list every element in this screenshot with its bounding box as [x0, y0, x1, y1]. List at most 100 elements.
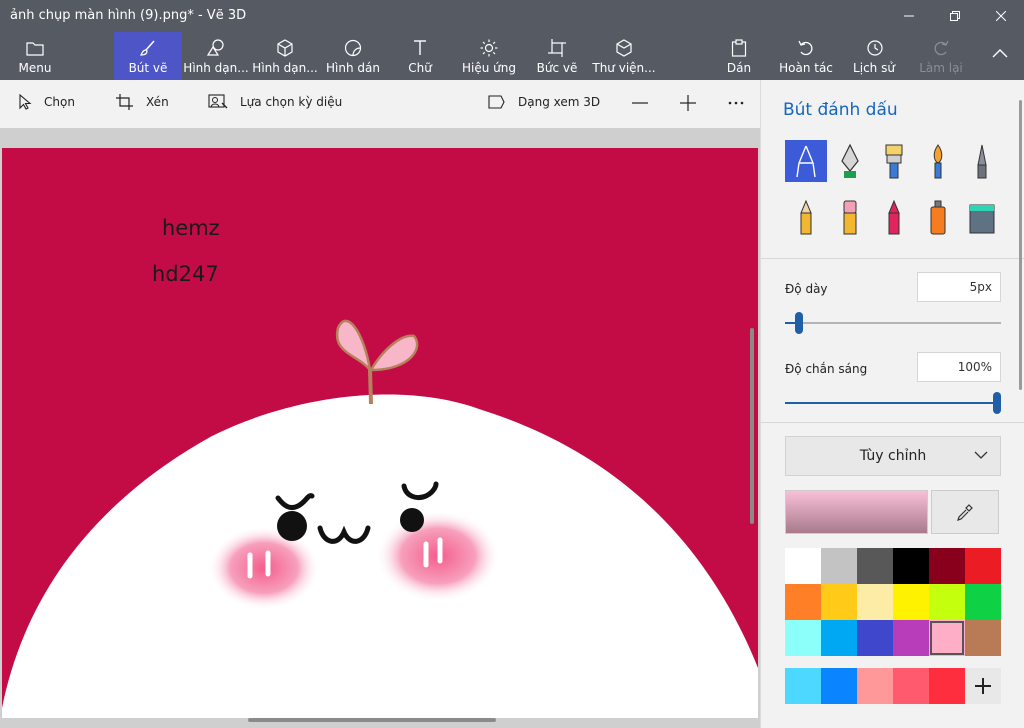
crop-icon — [116, 94, 133, 110]
history-button[interactable]: Lịch sử — [850, 32, 898, 80]
fill-brush[interactable] — [961, 196, 1003, 238]
calligraphy-pen-icon — [841, 143, 859, 178]
eraser-icon — [843, 200, 857, 235]
color-mode-dropdown[interactable]: Tùy chỉnh — [785, 436, 1001, 476]
chevron-down-icon — [974, 451, 988, 459]
color-swatch[interactable] — [965, 620, 1001, 656]
color-mode-label: Tùy chỉnh — [859, 448, 927, 464]
thickness-input[interactable]: 5px — [917, 272, 1001, 302]
color-swatch[interactable] — [857, 584, 893, 620]
pencil-brush[interactable] — [785, 196, 827, 238]
zoom-out-button[interactable] — [632, 95, 660, 111]
color-swatch[interactable] — [965, 548, 1001, 584]
brushes-panel: Bút đánh dấu Độ dày 5px Độ chắn sáng 100… — [760, 80, 1024, 728]
crayon-icon — [888, 199, 900, 235]
watercolor-icon — [933, 144, 943, 179]
color-swatch[interactable] — [785, 584, 821, 620]
panel-scrollbar[interactable] — [1019, 100, 1022, 390]
eyedropper-button[interactable] — [931, 490, 999, 534]
canvas-area: hemz hd247 — [0, 128, 760, 728]
watercolor-brush[interactable] — [917, 140, 959, 182]
brush-icon — [140, 40, 155, 56]
command-bar: Chọn Xén Lựa chọn kỳ diệu Dạng xem 3D — [0, 80, 760, 128]
view-3d-label: Dạng xem 3D — [518, 95, 601, 109]
recent-color-swatch[interactable] — [857, 668, 893, 704]
minus-icon — [632, 102, 648, 104]
opacity-slider-track[interactable] — [785, 402, 1001, 404]
library-icon — [616, 39, 632, 57]
color-swatch[interactable] — [929, 548, 965, 584]
clipboard-icon — [731, 39, 747, 57]
oil-brush[interactable] — [873, 140, 915, 182]
spray-can-brush[interactable] — [917, 196, 959, 238]
recent-color-swatch[interactable] — [893, 668, 929, 704]
recent-color-swatch[interactable] — [821, 668, 857, 704]
color-swatch[interactable] — [893, 548, 929, 584]
eraser-brush[interactable] — [829, 196, 871, 238]
add-color-button[interactable] — [965, 668, 1001, 704]
color-swatch[interactable] — [893, 620, 929, 656]
opacity-input[interactable]: 100% — [917, 352, 1001, 382]
thickness-slider-track[interactable] — [785, 322, 1001, 324]
menu-button[interactable]: Menu — [8, 32, 62, 80]
redo-button[interactable]: Làm lại — [918, 32, 964, 80]
tab-stickers[interactable]: Hình dán — [324, 32, 382, 80]
color-swatch[interactable] — [965, 584, 1001, 620]
marker-brush[interactable] — [785, 140, 827, 182]
horizontal-scrollbar[interactable] — [248, 718, 496, 722]
tab-3d-shapes[interactable]: Hình dạn... — [252, 32, 318, 80]
magic-select-label: Lựa chọn kỳ diệu — [240, 95, 343, 109]
recent-color-swatch[interactable] — [929, 668, 965, 704]
color-swatch[interactable] — [929, 584, 965, 620]
tab-library[interactable]: Thư viện... — [592, 32, 656, 80]
undo-label: Hoàn tác — [779, 61, 833, 75]
vertical-scrollbar[interactable] — [750, 328, 754, 524]
color-swatch[interactable] — [893, 584, 929, 620]
eyedropper-icon — [957, 504, 973, 521]
color-swatch[interactable] — [857, 548, 893, 584]
oil-brush-icon — [885, 144, 903, 179]
fill-bucket-icon — [969, 204, 995, 234]
pixel-pen-brush[interactable] — [961, 140, 1003, 182]
color-swatch[interactable] — [821, 548, 857, 584]
zoom-in-button[interactable] — [680, 95, 708, 111]
minimize-button[interactable] — [886, 0, 932, 32]
color-swatch[interactable] — [821, 584, 857, 620]
color-swatch[interactable] — [785, 620, 821, 656]
pixel-pen-icon — [977, 144, 987, 179]
cursor-icon — [19, 94, 32, 110]
crop-label: Xén — [146, 95, 169, 109]
recent-color-swatch[interactable] — [785, 668, 821, 704]
tab-brushes[interactable]: Bút vẽ — [114, 32, 182, 80]
color-swatch[interactable] — [857, 620, 893, 656]
chevron-up-icon — [992, 49, 1008, 58]
crop-button[interactable]: Xén — [116, 94, 169, 110]
select-button[interactable]: Chọn — [18, 94, 75, 110]
more-options-button[interactable] — [728, 95, 756, 111]
restore-button[interactable] — [932, 0, 978, 32]
sprout-leaf-right — [368, 334, 419, 372]
magic-select-button[interactable]: Lựa chọn kỳ diệu — [208, 94, 342, 110]
opacity-slider-thumb[interactable] — [993, 392, 1001, 414]
undo-button[interactable]: Hoàn tác — [776, 32, 836, 80]
text-icon — [414, 40, 426, 55]
redo-icon — [934, 40, 949, 56]
spray-can-icon — [930, 200, 946, 235]
collapse-ribbon-button[interactable] — [982, 32, 1018, 80]
tab-canvas[interactable]: Bức vẽ — [532, 32, 582, 80]
thickness-slider-thumb[interactable] — [795, 312, 804, 334]
tab-library-label: Thư viện... — [592, 61, 656, 75]
close-button[interactable] — [978, 0, 1024, 32]
color-swatch[interactable] — [785, 548, 821, 584]
tab-2d-shapes[interactable]: Hình dạn... — [183, 32, 249, 80]
color-preview[interactable] — [785, 490, 928, 534]
color-swatch[interactable] — [929, 620, 965, 656]
color-swatch[interactable] — [821, 620, 857, 656]
tab-effects[interactable]: Hiệu ứng — [458, 32, 520, 80]
tab-text[interactable]: Chữ — [400, 32, 440, 80]
paste-button[interactable]: Dán — [720, 32, 758, 80]
crayon-brush[interactable] — [873, 196, 915, 238]
calligraphy-pen-brush[interactable] — [829, 140, 871, 182]
view-3d-button[interactable]: Dạng xem 3D — [488, 94, 600, 110]
drawing-canvas[interactable]: hemz hd247 — [2, 148, 758, 718]
